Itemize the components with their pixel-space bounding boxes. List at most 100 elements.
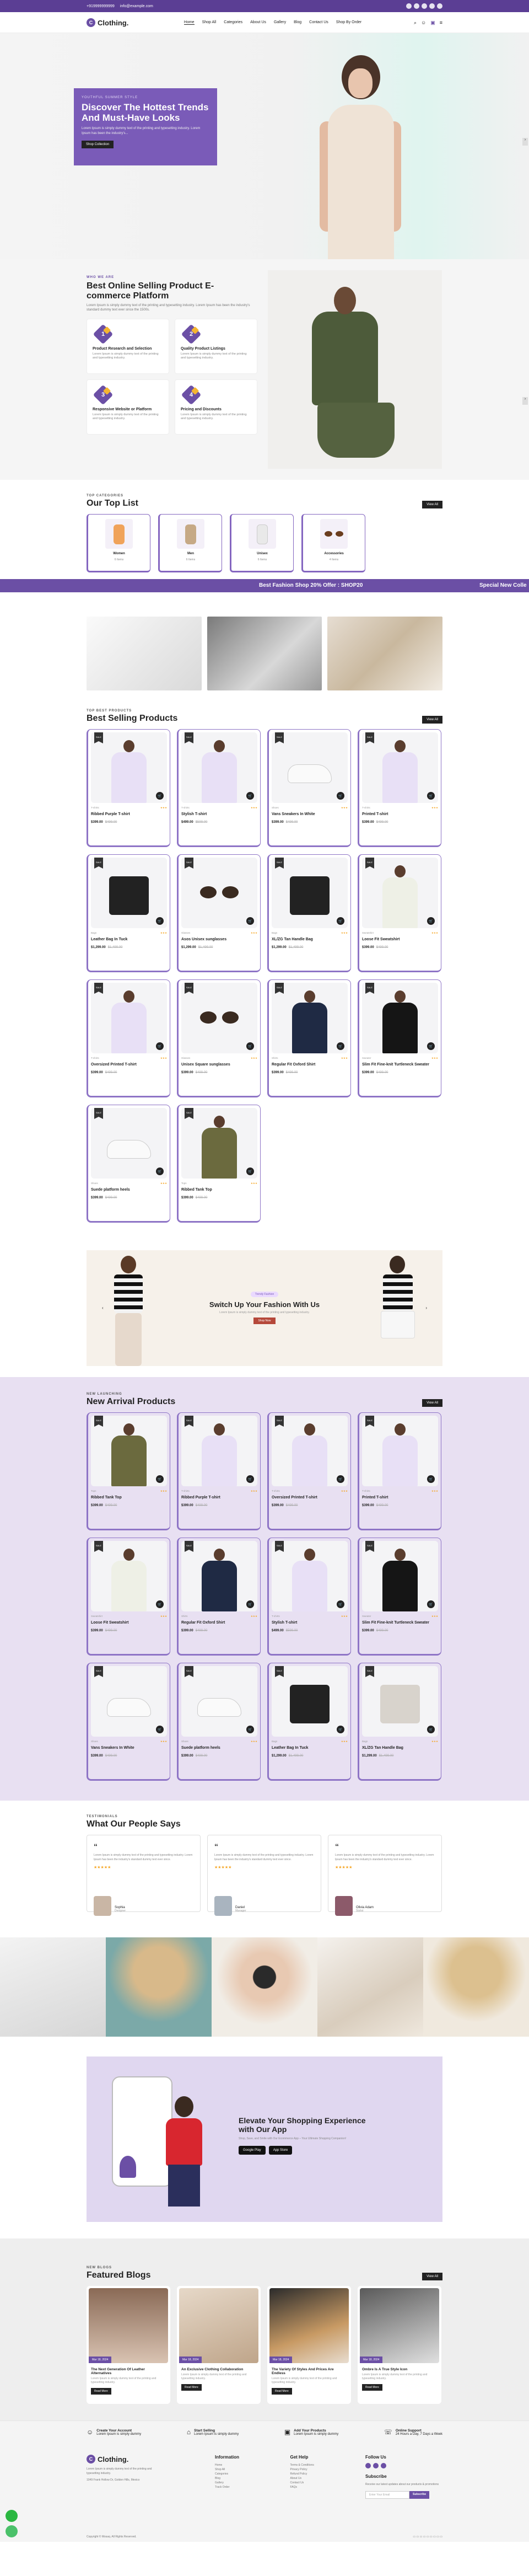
product-name[interactable]: Suede platform heels: [91, 1188, 167, 1192]
instagram-icon[interactable]: [381, 2463, 386, 2468]
product-card[interactable]: SALE 🛒 Tops ★★★ Ribbed Tank Top $399.00 $499.0…: [177, 1105, 261, 1223]
shop-collection-button[interactable]: Shop Collection: [82, 141, 114, 148]
product-name[interactable]: Loose Fit Sweatshirt: [91, 1621, 167, 1625]
product-name[interactable]: Vans Sneakers In White: [91, 1746, 167, 1750]
product-name[interactable]: Stylish T-shirt: [181, 812, 257, 816]
banner-image[interactable]: [87, 617, 202, 690]
add-to-cart-icon[interactable]: 🛒: [156, 917, 164, 925]
add-to-cart-icon[interactable]: 🛒: [246, 1167, 254, 1175]
pinterest-icon[interactable]: [429, 3, 435, 9]
product-card[interactable]: SALE 🛒 T-shirts ★★★ Oversized Printed T-shir…: [87, 979, 170, 1097]
nav-home[interactable]: Home: [183, 20, 195, 25]
footer-link[interactable]: Contact Us: [290, 2481, 344, 2485]
nav-shop-all[interactable]: Shop All: [202, 20, 217, 25]
product-card[interactable]: SALE 🛒 T-shirts ★★★ Oversized Printed T-shir…: [267, 1412, 351, 1530]
nav-gallery[interactable]: Gallery: [274, 20, 286, 25]
footer-link[interactable]: Home: [215, 2463, 268, 2467]
product-name[interactable]: Ribbed Purple T-shirt: [91, 812, 167, 816]
footer-link[interactable]: Gallery: [215, 2481, 268, 2485]
product-name[interactable]: Stylish T-shirt: [272, 1621, 348, 1625]
add-to-cart-icon[interactable]: 🛒: [427, 792, 435, 800]
add-to-cart-icon[interactable]: 🛒: [427, 1726, 435, 1733]
product-name[interactable]: Unisex Square sunglasses: [181, 1063, 257, 1067]
facebook-icon[interactable]: [365, 2463, 371, 2468]
nav-shop-by-order[interactable]: Shop By Order: [336, 20, 361, 25]
phone-text[interactable]: +919999999999: [87, 4, 115, 8]
add-to-cart-icon[interactable]: 🛒: [246, 917, 254, 925]
product-name[interactable]: Asos Unisex sunglasses: [181, 938, 257, 941]
add-to-cart-icon[interactable]: 🛒: [246, 792, 254, 800]
product-card[interactable]: SALE 🛒 T-shirts ★★★ Ribbed Purple T-shirt $39…: [87, 729, 170, 847]
view-all-button[interactable]: View All: [422, 501, 442, 508]
footer-link[interactable]: About Us: [290, 2476, 344, 2481]
read-more-button[interactable]: Read More: [272, 2388, 292, 2395]
add-to-cart-icon[interactable]: 🛒: [246, 1600, 254, 1608]
product-name[interactable]: Leather Bag In Tuck: [91, 938, 167, 941]
blog-card[interactable]: Mar 18, 2024 The Variety Of Styles And P…: [267, 2286, 351, 2404]
add-to-cart-icon[interactable]: 🛒: [337, 917, 344, 925]
add-to-cart-icon[interactable]: 🛒: [246, 1475, 254, 1483]
product-card[interactable]: SALE 🛒 Glasses ★★★ Asos Unisex sunglasses $1,…: [177, 854, 261, 972]
product-card[interactable]: SALE 🛒 Shoes ★★★ Vans Sneakers In White $399.…: [87, 1663, 170, 1781]
next-arrow-icon[interactable]: ›: [425, 1305, 427, 1310]
view-all-button[interactable]: View All: [422, 1399, 442, 1407]
footer-link[interactable]: Track Order: [215, 2485, 268, 2489]
product-name[interactable]: Oversized Printed T-shirt: [272, 1496, 348, 1499]
promo-shop-button[interactable]: Shop Now: [253, 1318, 276, 1324]
footer-link[interactable]: Blog: [215, 2476, 268, 2481]
product-name[interactable]: Ribbed Purple T-shirt: [181, 1496, 257, 1499]
product-name[interactable]: Loose Fit Sweatshirt: [362, 938, 438, 941]
menu-icon[interactable]: ≡: [440, 20, 442, 26]
product-card[interactable]: SALE 🛒 Shoes ★★★ Suede platform heels $399.00…: [87, 1105, 170, 1223]
instagram-icon[interactable]: [422, 3, 427, 9]
product-card[interactable]: SALE 🛒 Bags ★★★ Leather Bag In Tuck $1,299.00…: [267, 1663, 351, 1781]
product-card[interactable]: SALE 🛒 T-shirts ★★★ Printed T-shirt $399.00 $4…: [358, 1412, 441, 1530]
product-name[interactable]: XL/ZG Tan Handle Bag: [272, 938, 348, 941]
product-card[interactable]: SALE 🛒 Sweatshirt ★★★ Loose Fit Sweatshirt $3…: [358, 854, 441, 972]
twitter-icon[interactable]: [373, 2463, 379, 2468]
product-name[interactable]: Printed T-shirt: [362, 1496, 438, 1499]
blog-card[interactable]: Mar 18, 2024 An Exclusive Clothing Colla…: [177, 2286, 261, 2404]
app-store-button[interactable]: App Store: [268, 2146, 293, 2155]
whatsapp-icon[interactable]: [6, 2510, 18, 2522]
subscribe-button[interactable]: Subscribe: [409, 2491, 430, 2499]
prev-arrow-icon[interactable]: ‹: [102, 1305, 104, 1310]
footer-logo[interactable]: C Clothing.: [87, 2455, 153, 2463]
nav-blog[interactable]: Blog: [294, 20, 301, 25]
read-more-button[interactable]: Read More: [362, 2384, 382, 2391]
banner-image[interactable]: [207, 617, 322, 690]
category-card[interactable]: Accessories 4 Items: [301, 514, 365, 572]
product-card[interactable]: SALE 🛒 Shoes ★★★ Vans Sneakers In White $399.…: [267, 729, 351, 847]
nav-contact[interactable]: Contact Us: [309, 20, 328, 25]
facebook-icon[interactable]: [406, 3, 412, 9]
product-name[interactable]: Vans Sneakers In White: [272, 812, 348, 816]
product-card[interactable]: SALE 🛒 Bags ★★★ Leather Bag In Tuck $1,299.00…: [87, 854, 170, 972]
product-name[interactable]: Regular Fit Oxford Shirt: [181, 1621, 257, 1625]
banner-image[interactable]: [327, 617, 443, 690]
product-card[interactable]: SALE 🛒 Bags ★★★ XL/ZG Tan Handle Bag $1,299.0…: [358, 1663, 441, 1781]
add-to-cart-icon[interactable]: 🛒: [337, 792, 344, 800]
product-card[interactable]: SALE 🛒 T-shirts ★★★ Ribbed Purple T-shirt $39…: [177, 1412, 261, 1530]
product-card[interactable]: SALE 🛒 T-shirts ★★★ Stylish T-shirt $499.00 $5…: [267, 1538, 351, 1656]
email-text[interactable]: info@example.com: [120, 4, 153, 8]
product-name[interactable]: Slim Fit Fine-knit Turtleneck Sweater: [362, 1063, 438, 1067]
add-to-cart-icon[interactable]: 🛒: [156, 792, 164, 800]
add-to-cart-icon[interactable]: 🛒: [427, 917, 435, 925]
view-all-button[interactable]: View All: [422, 2273, 442, 2280]
add-to-cart-icon[interactable]: 🛒: [156, 1042, 164, 1050]
product-card[interactable]: SALE 🛒 Shirts ★★★ Regular Fit Oxford Shirt $3…: [177, 1538, 261, 1656]
product-name[interactable]: Suede platform heels: [181, 1746, 257, 1750]
product-name[interactable]: XL/ZG Tan Handle Bag: [362, 1746, 438, 1750]
product-card[interactable]: SALE 🛒 Shoes ★★★ Suede platform heels $399.00…: [177, 1663, 261, 1781]
user-icon[interactable]: ☺: [421, 20, 426, 26]
product-name[interactable]: Slim Fit Fine-knit Turtleneck Sweater: [362, 1621, 438, 1625]
product-card[interactable]: SALE 🛒 Bags ★★★ XL/ZG Tan Handle Bag $1,299.0…: [267, 854, 351, 972]
add-to-cart-icon[interactable]: 🛒: [337, 1600, 344, 1608]
category-card[interactable]: Men 6 Items: [158, 514, 222, 572]
gallery-image[interactable]: [423, 1937, 529, 2037]
product-name[interactable]: Printed T-shirt: [362, 812, 438, 816]
youtube-icon[interactable]: [437, 3, 442, 9]
product-card[interactable]: SALE 🛒 Shirts ★★★ Regular Fit Oxford Shirt $3…: [267, 979, 351, 1097]
add-to-cart-icon[interactable]: 🛒: [156, 1167, 164, 1175]
add-to-cart-icon[interactable]: 🛒: [156, 1726, 164, 1733]
